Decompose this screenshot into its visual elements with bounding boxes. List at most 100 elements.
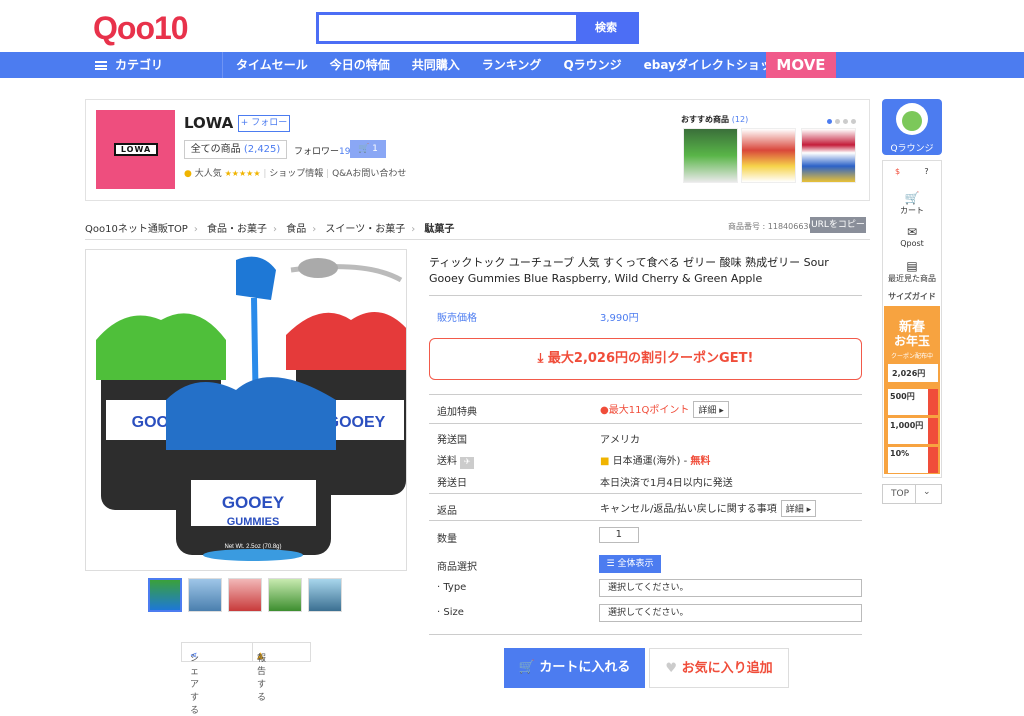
product-title: ティックトック ユーチューブ 人気 すくって食べる ゼリー 酸味 熟成ゼリー S…	[429, 256, 829, 285]
category-label: カテゴリ	[115, 58, 164, 72]
svg-text:GOOEY: GOOEY	[222, 493, 285, 512]
banner-title2: お年玉	[893, 334, 930, 348]
breadcrumb-item[interactable]: スイーツ・お菓子	[325, 224, 405, 235]
sidebar-qpost[interactable]: ✉ Qpost	[883, 225, 941, 248]
return-value: キャンセル/返品/払い戻しに関する事項 詳細 ▸	[600, 500, 817, 517]
gummy-jars-illustration: GOOEY GOOEY GOOEY GUMMIES Net Wt. 2.5oz …	[96, 256, 406, 561]
sidebar-cart[interactable]: 🛒 カート	[883, 191, 941, 216]
new-year-coupon-banner[interactable]: 新春 お年玉 クーポン配布中 2,026円 500円 1,000円 10%	[884, 306, 940, 474]
help-icon[interactable]: ?	[912, 167, 941, 176]
add-to-favorites-button[interactable]: ♥ お気に入り追加	[649, 648, 789, 688]
recommended-title: おすすめ商品	[681, 115, 729, 124]
recommended-item-2[interactable]	[741, 128, 796, 183]
coupon-download-icon[interactable]	[928, 447, 938, 473]
qpoint-icon: ●	[600, 405, 609, 416]
thumbnail-2[interactable]	[188, 578, 222, 612]
divider	[85, 239, 870, 240]
qa-link[interactable]: Q&Aお問い合わせ	[332, 169, 406, 179]
nav-group-buy[interactable]: 共同購入	[412, 52, 460, 78]
thumbnail-1[interactable]	[148, 578, 182, 612]
shop-logo[interactable]: LOWA	[96, 110, 175, 189]
clipboard-icon: ▤	[906, 259, 918, 273]
share-report-bar: ⋖ シェアする ▲ 報告する	[181, 642, 311, 716]
size-label: · Size	[437, 607, 464, 618]
recommended-item-1[interactable]	[683, 128, 738, 183]
nav-divider	[222, 52, 223, 78]
coupon-download-icon[interactable]	[928, 418, 938, 444]
breadcrumb-item[interactable]: 食品・お菓子	[207, 224, 267, 235]
breadcrumb-item[interactable]: 食品	[286, 224, 306, 235]
add-to-cart-button[interactable]: 🛒 カートに入れる	[504, 648, 645, 688]
shop-cart-button[interactable]: 🛒 1	[350, 140, 386, 158]
coupon-download-icon[interactable]	[928, 389, 938, 415]
nav-ebay[interactable]: ebayダイレクトショップ	[644, 52, 784, 78]
thumbnail-5[interactable]	[308, 578, 342, 612]
recommended-item-3[interactable]	[801, 128, 856, 183]
chevron-right-icon: ›	[273, 224, 278, 235]
shop-meta: ● 大人気 ★★★★★ | ショップ情報 | Q&Aお問い合わせ	[184, 169, 407, 179]
carousel-dots[interactable]	[824, 116, 856, 127]
download-icon: ⤓	[537, 351, 544, 366]
search-button[interactable]: 検索	[576, 12, 636, 44]
select-label: 商品選択	[437, 562, 477, 573]
return-detail-button[interactable]: 詳細 ▸	[780, 500, 817, 517]
coupon-button[interactable]: ⤓ 最大2,026円の割引クーポンGET!	[429, 338, 862, 380]
svg-text:GUMMIES: GUMMIES	[227, 516, 280, 528]
search-input[interactable]	[319, 15, 581, 41]
coupon-amount-3: 1,000円	[888, 418, 928, 444]
all-products-count: (2,425)	[243, 144, 281, 155]
copy-url-button[interactable]: URLをコピー	[810, 217, 866, 233]
nav-today-deal[interactable]: 今日の特価	[330, 52, 390, 78]
follow-button[interactable]: + フォロー	[238, 115, 290, 132]
breadcrumb-current[interactable]: 駄菓子	[424, 224, 454, 235]
quantity-value: 1	[615, 529, 622, 540]
all-products-button[interactable]: 全ての商品 (2,425)	[184, 140, 287, 159]
nav-qlounge[interactable]: Qラウンジ	[563, 52, 621, 78]
list-icon: ☰	[606, 559, 615, 569]
type-select[interactable]: 選択してください。	[599, 579, 862, 597]
shop-info-link[interactable]: ショップ情報	[269, 169, 323, 179]
image-thumbnails	[148, 578, 348, 612]
thumbnail-3[interactable]	[228, 578, 262, 612]
price-value: 3,990円	[600, 313, 639, 324]
nav-time-sale[interactable]: タイムセール	[236, 52, 308, 78]
chevron-right-icon: ›	[411, 224, 416, 235]
breadcrumb-item[interactable]: Qoo10ネット通販TOP	[85, 224, 188, 235]
nav-ranking[interactable]: ランキング	[482, 52, 542, 78]
shop-name[interactable]: LOWA	[184, 114, 233, 132]
share-label: シェアする	[190, 654, 200, 716]
top-button[interactable]: TOP	[891, 489, 909, 499]
shipping-label-text: 送料	[437, 456, 457, 467]
qlounge-button[interactable]: Qラウンジ	[882, 99, 942, 155]
medal-icon: ●	[184, 169, 192, 179]
recommended-label: おすすめ商品 (12)	[681, 114, 748, 125]
shop-rating-stars: ★★★★★	[224, 169, 261, 178]
qoo10-logo[interactable]: Qoo10	[93, 10, 189, 47]
box-icon: ■	[600, 456, 610, 467]
size-guide-link[interactable]: サイズガイド	[883, 291, 941, 302]
ship-country-label: 発送国	[437, 435, 467, 446]
followers: フォロワー194	[294, 144, 356, 157]
category-menu[interactable]: カテゴリ	[95, 52, 163, 78]
shipping-label: 送料 ✈	[437, 452, 475, 469]
thumbnail-4[interactable]	[268, 578, 302, 612]
hamburger-icon	[95, 61, 107, 70]
divider	[429, 634, 862, 635]
followers-label: フォロワー	[294, 147, 340, 157]
divider	[429, 520, 862, 521]
sidebar-recent[interactable]: ▤ 最近見た商品	[883, 259, 941, 284]
size-select[interactable]: 選択してください。	[599, 604, 862, 622]
chevron-down-icon[interactable]: ⌄	[923, 487, 931, 497]
quantity-stepper[interactable]: 1	[599, 527, 639, 543]
move-banner[interactable]: MOVE	[766, 52, 836, 78]
cart-icon: 🛒	[518, 660, 535, 675]
detail-label: 詳細	[698, 406, 717, 416]
show-all-button[interactable]: ☰ 全体表示	[599, 555, 661, 573]
wallet-icon[interactable]: $	[883, 167, 912, 176]
main-product-image[interactable]: GOOEY GOOEY GOOEY GUMMIES Net Wt. 2.5oz …	[85, 249, 407, 571]
detail-button[interactable]: 詳細 ▸	[693, 401, 729, 418]
sidebar: $ ? 🛒 カート ✉ Qpost ▤ 最近見た商品 サイズガイド 新春 お年玉 クー…	[882, 160, 942, 478]
all-products-label: 全ての商品	[190, 144, 241, 155]
extra-value: ●最大11Qポイント 詳細 ▸	[600, 401, 729, 418]
mail-icon: ✉	[906, 225, 918, 239]
